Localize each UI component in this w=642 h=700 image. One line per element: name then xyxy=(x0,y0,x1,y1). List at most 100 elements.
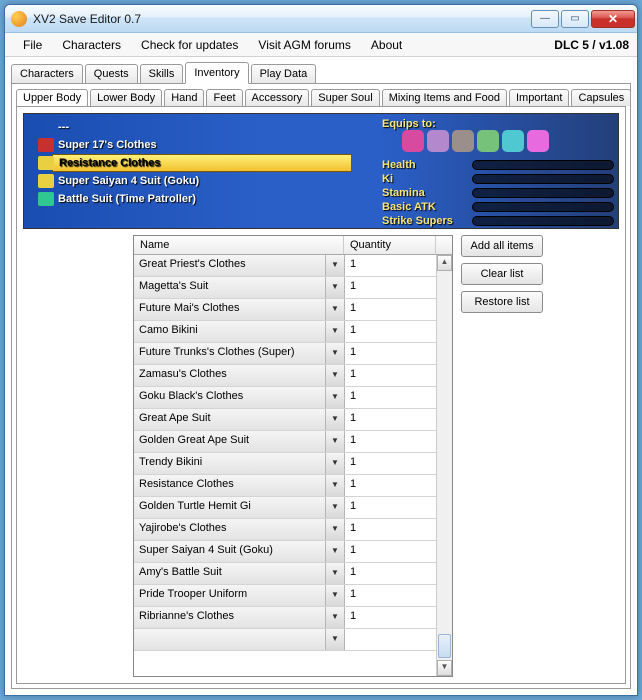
item-name-cell[interactable]: Resistance Clothes xyxy=(134,475,326,496)
item-dropdown-button[interactable]: ▼ xyxy=(326,321,344,342)
item-name-cell[interactable]: Ribrianne's Clothes xyxy=(134,607,326,628)
tab-skills[interactable]: Skills xyxy=(140,64,184,84)
item-dropdown-button[interactable]: ▼ xyxy=(326,365,344,386)
item-dropdown-button[interactable]: ▼ xyxy=(326,431,344,452)
item-dropdown-button[interactable]: ▼ xyxy=(326,563,344,584)
item-name-cell[interactable]: Magetta's Suit xyxy=(134,277,326,298)
item-dropdown-button[interactable]: ▼ xyxy=(326,277,344,298)
tab-characters[interactable]: Characters xyxy=(11,64,83,84)
subtab-upper-body[interactable]: Upper Body xyxy=(16,89,88,106)
item-qty-cell[interactable]: 1 xyxy=(344,409,436,430)
item-name-cell[interactable]: Yajirobe's Clothes xyxy=(134,519,326,540)
subtab-lower-body[interactable]: Lower Body xyxy=(90,89,162,106)
grid-row: Goku Black's Clothes▼1 xyxy=(134,387,436,409)
item-qty-cell[interactable]: 1 xyxy=(344,343,436,364)
titlebar[interactable]: XV2 Save Editor 0.7 — ▭ ✕ xyxy=(5,5,637,33)
equips-to-label: Equips to: xyxy=(382,118,614,130)
grid-row: Trendy Bikini▼1 xyxy=(134,453,436,475)
item-dropdown-button[interactable]: ▼ xyxy=(326,255,344,276)
close-button[interactable]: ✕ xyxy=(591,10,635,28)
preview-item[interactable]: Super 17's Clothes xyxy=(58,136,352,154)
item-name-cell[interactable]: Trendy Bikini xyxy=(134,453,326,474)
item-qty-cell[interactable]: 1 xyxy=(344,585,436,606)
item-name-cell[interactable]: Pride Trooper Uniform xyxy=(134,585,326,606)
item-name-cell[interactable]: Amy's Battle Suit xyxy=(134,563,326,584)
item-qty-cell[interactable]: 1 xyxy=(344,497,436,518)
col-quantity[interactable]: Quantity xyxy=(344,236,436,254)
scroll-thumb[interactable] xyxy=(438,634,451,658)
tab-inventory[interactable]: Inventory xyxy=(185,62,248,84)
item-qty-cell[interactable]: 1 xyxy=(344,255,436,276)
subtab-capsules[interactable]: Capsules xyxy=(571,89,630,106)
item-name-cell[interactable]: Great Priest's Clothes xyxy=(134,255,326,276)
item-name-cell[interactable]: Camo Bikini xyxy=(134,321,326,342)
item-name-cell[interactable]: Super Saiyan 4 Suit (Goku) xyxy=(134,541,326,562)
preview-item-label: --- xyxy=(58,121,69,133)
grid-scrollbar[interactable]: ▲ ▼ xyxy=(436,255,452,676)
item-dropdown-button[interactable]: ▼ xyxy=(326,585,344,606)
subtab-hand[interactable]: Hand xyxy=(164,89,204,106)
item-dropdown-button[interactable]: ▼ xyxy=(326,409,344,430)
menu-characters[interactable]: Characters xyxy=(52,36,131,54)
preview-item-label: Resistance Clothes xyxy=(59,157,160,169)
item-qty-cell[interactable]: 1 xyxy=(344,365,436,386)
item-dropdown-button[interactable]: ▼ xyxy=(326,387,344,408)
item-name-cell[interactable] xyxy=(134,629,326,650)
item-dropdown-button[interactable]: ▼ xyxy=(326,541,344,562)
item-name-cell[interactable]: Golden Turtle Hemit Gi xyxy=(134,497,326,518)
add-all-items-button[interactable]: Add all items xyxy=(461,235,543,257)
tab-quests[interactable]: Quests xyxy=(85,64,138,84)
subtab-mixing-items-and-food[interactable]: Mixing Items and Food xyxy=(382,89,507,106)
equip-slot-icon xyxy=(527,130,549,152)
item-qty-cell[interactable] xyxy=(344,629,436,650)
scroll-up-button[interactable]: ▲ xyxy=(437,255,452,271)
item-dropdown-button[interactable]: ▼ xyxy=(326,475,344,496)
item-rank-badge xyxy=(38,174,54,188)
subtab-accessory[interactable]: Accessory xyxy=(245,89,310,106)
item-dropdown-button[interactable]: ▼ xyxy=(326,343,344,364)
item-dropdown-button[interactable]: ▼ xyxy=(326,519,344,540)
item-qty-cell[interactable]: 1 xyxy=(344,453,436,474)
subtab-feet[interactable]: Feet xyxy=(206,89,242,106)
restore-list-button[interactable]: Restore list xyxy=(461,291,543,313)
item-name-cell[interactable]: Goku Black's Clothes xyxy=(134,387,326,408)
subtab-important[interactable]: Important xyxy=(509,89,569,106)
menu-file[interactable]: File xyxy=(13,36,52,54)
item-qty-cell[interactable]: 1 xyxy=(344,541,436,562)
preview-item[interactable]: Resistance Clothes xyxy=(52,154,352,172)
item-qty-cell[interactable]: 1 xyxy=(344,321,436,342)
item-qty-cell[interactable]: 1 xyxy=(344,387,436,408)
item-qty-cell[interactable]: 1 xyxy=(344,475,436,496)
item-dropdown-button[interactable]: ▼ xyxy=(326,629,344,650)
maximize-button[interactable]: ▭ xyxy=(561,10,589,28)
grid-row: Resistance Clothes▼1 xyxy=(134,475,436,497)
col-name[interactable]: Name xyxy=(134,236,344,254)
item-dropdown-button[interactable]: ▼ xyxy=(326,453,344,474)
item-qty-cell[interactable]: 1 xyxy=(344,299,436,320)
item-name-cell[interactable]: Zamasu's Clothes xyxy=(134,365,326,386)
item-qty-cell[interactable]: 1 xyxy=(344,277,436,298)
item-dropdown-button[interactable]: ▼ xyxy=(326,607,344,628)
item-dropdown-button[interactable]: ▼ xyxy=(326,497,344,518)
window-title: XV2 Save Editor 0.7 xyxy=(33,12,141,26)
preview-item[interactable]: Battle Suit (Time Patroller) xyxy=(58,190,352,208)
item-name-cell[interactable]: Golden Great Ape Suit xyxy=(134,431,326,452)
item-qty-cell[interactable]: 1 xyxy=(344,563,436,584)
menu-visit-forums[interactable]: Visit AGM forums xyxy=(248,36,360,54)
menu-about[interactable]: About xyxy=(361,36,412,54)
preview-item[interactable]: Super Saiyan 4 Suit (Goku) xyxy=(58,172,352,190)
preview-item[interactable]: --- xyxy=(58,118,352,136)
item-name-cell[interactable]: Great Ape Suit xyxy=(134,409,326,430)
menu-check-updates[interactable]: Check for updates xyxy=(131,36,248,54)
item-name-cell[interactable]: Future Trunks's Clothes (Super) xyxy=(134,343,326,364)
item-dropdown-button[interactable]: ▼ xyxy=(326,299,344,320)
item-qty-cell[interactable]: 1 xyxy=(344,431,436,452)
item-qty-cell[interactable]: 1 xyxy=(344,519,436,540)
subtab-super-soul[interactable]: Super Soul xyxy=(311,89,379,106)
item-qty-cell[interactable]: 1 xyxy=(344,607,436,628)
item-name-cell[interactable]: Future Mai's Clothes xyxy=(134,299,326,320)
tab-play-data[interactable]: Play Data xyxy=(251,64,317,84)
scroll-down-button[interactable]: ▼ xyxy=(437,660,452,676)
clear-list-button[interactable]: Clear list xyxy=(461,263,543,285)
minimize-button[interactable]: — xyxy=(531,10,559,28)
